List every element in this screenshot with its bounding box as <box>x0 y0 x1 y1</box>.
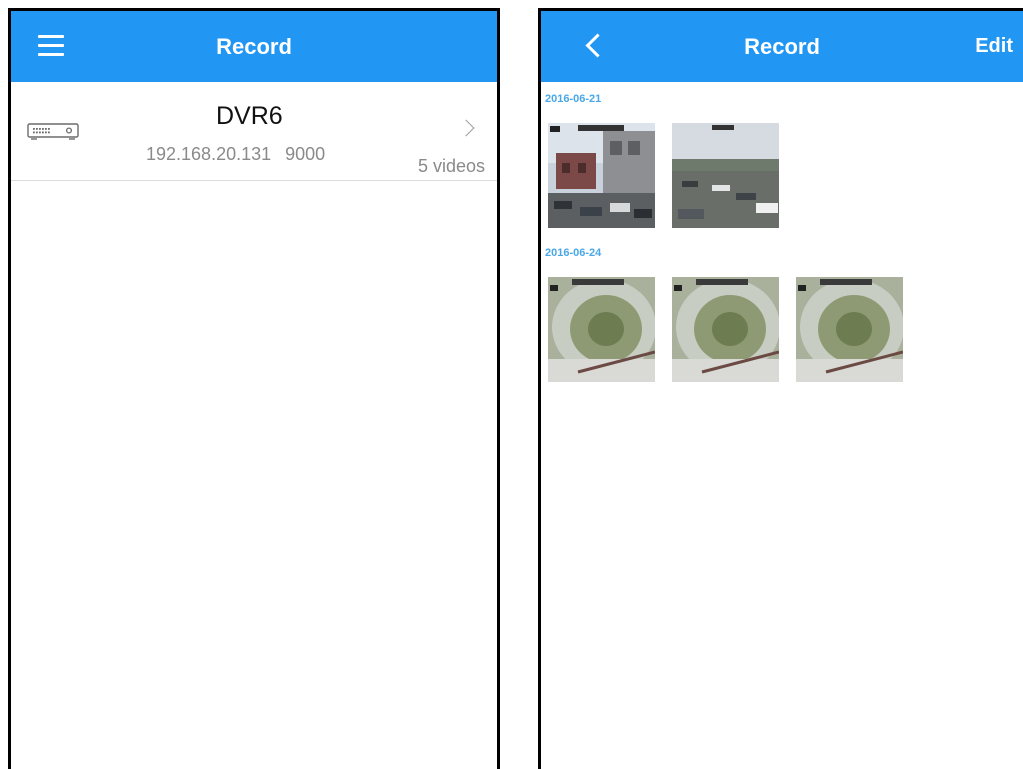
device-name: DVR6 <box>216 102 283 130</box>
device-list-screen: Record DVR6 192.168.20.131 9000 5 videos <box>8 8 500 769</box>
video-thumbnail[interactable] <box>796 277 903 382</box>
device-ip: 192.168.20.131 <box>146 144 272 164</box>
device-address: 192.168.20.131 9000 <box>146 144 325 165</box>
video-count: 5 videos <box>418 156 486 176</box>
device-list-item[interactable]: DVR6 192.168.20.131 9000 5 videos <box>11 82 497 181</box>
edit-button[interactable]: Edit <box>975 11 1013 82</box>
page-title: Record <box>216 34 292 59</box>
video-thumbnail[interactable] <box>672 277 779 382</box>
video-thumbnail[interactable] <box>548 123 655 228</box>
street-scene-thumbnail <box>548 123 655 228</box>
device-port: 9000 <box>285 144 326 164</box>
fisheye-scene-thumbnail <box>548 277 655 382</box>
parking-scene-thumbnail <box>672 123 779 228</box>
date-group-label: 2016-06-21 <box>545 93 602 105</box>
fisheye-scene-thumbnail <box>672 277 779 382</box>
page-title: Record <box>744 34 820 59</box>
app-bar: Record <box>11 11 497 82</box>
chevron-right-icon <box>457 119 475 137</box>
video-thumbnail[interactable] <box>548 277 655 382</box>
video-thumbnail[interactable] <box>672 123 779 228</box>
app-bar: Record Edit <box>541 11 1023 82</box>
record-gallery-screen: Record Edit 2016-06-21 2016-06-24 <box>538 8 1023 769</box>
dvr-device-icon <box>27 123 79 140</box>
fisheye-scene-thumbnail <box>796 277 903 382</box>
date-group-label: 2016-06-24 <box>545 247 602 259</box>
